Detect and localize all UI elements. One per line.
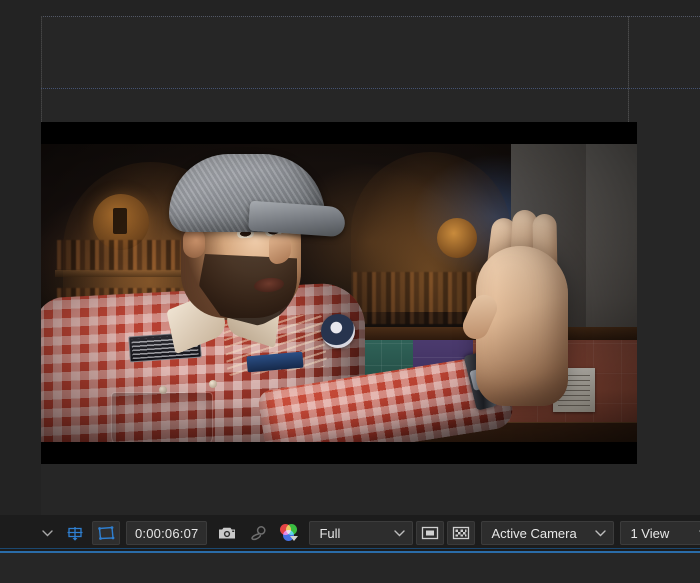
composition-viewer-panel: 0:00:06:07 Full Active Camera 1 View <box>0 0 700 583</box>
show-snapshot-button[interactable] <box>244 520 272 546</box>
show-snapshot-icon <box>244 521 272 545</box>
chevron-down-icon <box>386 522 412 544</box>
grid-guide-icon <box>61 521 89 545</box>
subject-ear <box>183 228 205 258</box>
letterbox-bottom <box>41 442 637 464</box>
toolbar-active-underline <box>0 551 700 553</box>
region-of-interest-icon <box>92 521 120 545</box>
mask-visibility-icon <box>416 521 445 545</box>
canvas-top-gutter <box>0 0 700 16</box>
rgb-channels-icon <box>275 521 303 545</box>
chevron-down-icon <box>587 522 613 544</box>
camera-icon <box>213 521 241 545</box>
chevron-down-icon <box>691 522 700 544</box>
video-frame-image <box>41 122 637 464</box>
letterbox-top <box>41 122 637 144</box>
subject-button-1 <box>159 386 167 394</box>
camera-view-select-control[interactable]: Active Camera <box>481 521 615 545</box>
chevron-down-icon <box>36 521 58 545</box>
resolution-select[interactable]: Full <box>309 520 414 546</box>
current-time-value: 0:00:06:07 <box>126 521 208 545</box>
show-channel-button[interactable] <box>275 520 303 546</box>
canvas-left-gutter <box>0 0 41 515</box>
viewer-toolbar: 0:00:06:07 Full Active Camera 1 View <box>0 515 700 583</box>
take-snapshot-button[interactable] <box>213 520 241 546</box>
toolbar-underline-shadow <box>0 548 700 549</box>
view-layout-value: 1 View <box>630 525 670 541</box>
camera-view-value: Active Camera <box>491 525 577 541</box>
resolution-value: Full <box>319 525 341 541</box>
choose-grid-and-guide-options-button[interactable] <box>61 520 89 546</box>
transparency-grid-icon <box>447 521 476 545</box>
view-layout-select-control[interactable]: 1 View <box>620 521 700 545</box>
subject-pocket <box>111 392 213 448</box>
subject-patch-round <box>321 314 355 348</box>
camera-view-select[interactable]: Active Camera <box>481 520 615 546</box>
magnification-ratio-popup[interactable] <box>36 520 58 546</box>
viewer-toolbar-strip: 0:00:06:07 Full Active Camera 1 View <box>0 515 700 551</box>
rendered-frame[interactable] <box>41 122 637 464</box>
region-of-interest-button[interactable] <box>92 520 120 546</box>
subject-button-2 <box>209 380 217 388</box>
resolution-select-control[interactable]: Full <box>309 521 414 545</box>
guide-horizontal-accent[interactable] <box>41 88 700 89</box>
guide-horizontal-top[interactable] <box>41 16 700 17</box>
toggle-transparency-grid-button[interactable] <box>447 520 476 546</box>
view-layout-select[interactable]: 1 View <box>620 520 700 546</box>
current-time-field[interactable]: 0:00:06:07 <box>126 520 208 546</box>
scene-wall-emblem-2 <box>437 218 477 258</box>
composition-canvas[interactable] <box>0 0 700 515</box>
toggle-mask-visibility-button[interactable] <box>416 520 445 546</box>
